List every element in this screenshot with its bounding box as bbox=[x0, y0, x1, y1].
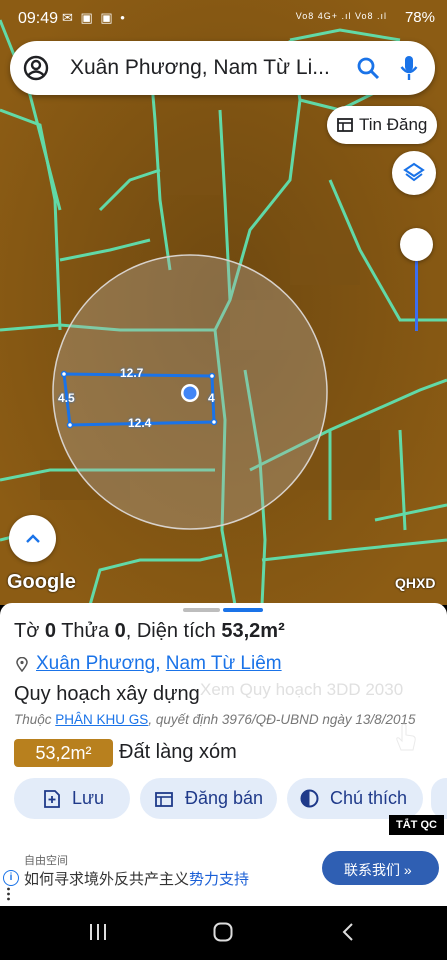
location-pin-icon bbox=[16, 656, 28, 673]
district-link[interactable]: Nam Từ Liêm bbox=[166, 653, 282, 674]
search-bar[interactable]: Xuân Phương, Nam Từ Li... bbox=[10, 41, 435, 95]
dimension-left: 4.5 bbox=[58, 391, 75, 405]
ad-cta-button[interactable]: 联系我们 » bbox=[322, 851, 439, 885]
signal-icons: Vo8 4G+ .ıl Vo8 .ıl bbox=[295, 11, 387, 21]
parcel-area: 53,2m² bbox=[221, 620, 285, 642]
post-for-sale-label: Đăng bán bbox=[185, 788, 264, 808]
ad-text-plain: 如何寻求境外反共产主义 bbox=[24, 871, 190, 888]
tin-dang-button[interactable]: Tin Đăng bbox=[327, 106, 437, 144]
plan-info: Thuộc PHÂN KHU GS, quyết định 3976/QĐ-UB… bbox=[14, 712, 415, 727]
dimension-top: 12.7 bbox=[120, 366, 144, 380]
ad-text: 如何寻求境外反共产主义势力支持 bbox=[24, 868, 249, 889]
ad-cta-label: 联系我们 » bbox=[344, 862, 412, 878]
expand-button[interactable] bbox=[9, 515, 56, 562]
google-logo: Google bbox=[7, 571, 76, 593]
info-icon[interactable]: i bbox=[3, 870, 19, 886]
sheet-handle-active[interactable] bbox=[223, 608, 263, 612]
opacity-slider-handle[interactable] bbox=[400, 228, 433, 261]
add-document-icon bbox=[44, 790, 60, 808]
sheet-number: 0 bbox=[44, 620, 57, 642]
sheet-handle[interactable] bbox=[183, 608, 220, 612]
listing-icon bbox=[155, 791, 173, 807]
legend-button[interactable]: Chú thích bbox=[287, 778, 423, 819]
status-bar: 09:49 ✉ ▣ ▣ • Vo8 4G+ .ıl Vo8 .ıl 78% bbox=[0, 0, 447, 38]
save-button[interactable]: Lưu bbox=[14, 778, 130, 819]
ad-source: 自由空间 bbox=[24, 855, 68, 867]
layers-button[interactable] bbox=[392, 151, 436, 195]
recent-apps-icon[interactable] bbox=[89, 923, 107, 941]
layer-code: QHXD bbox=[395, 575, 436, 591]
plan-info-prefix: Thuộc bbox=[14, 712, 56, 727]
address-separator: , bbox=[155, 653, 166, 674]
title-area-label: , Diện tích bbox=[125, 620, 222, 642]
account-icon[interactable] bbox=[23, 55, 49, 81]
back-icon[interactable] bbox=[342, 922, 354, 942]
battery-level: 78% bbox=[404, 9, 435, 26]
plan-decision: , quyết định 3976/QĐ-UBND ngày 13/8/2015 bbox=[148, 712, 416, 727]
more-button[interactable] bbox=[431, 778, 447, 819]
parcel-address: Xuân Phương, Nam Từ Liêm bbox=[36, 653, 282, 675]
parcel-title: Tờ 0 Thửa 0, Diện tích 53,2m² bbox=[14, 620, 285, 643]
plan-ghost-text: Xem Quy hoạch 3DD 2030 bbox=[200, 680, 404, 699]
save-label: Lưu bbox=[72, 788, 105, 808]
ad-text-highlight: 势力支持 bbox=[189, 871, 250, 888]
status-time: 09:49 bbox=[18, 10, 59, 27]
title-parcel-label: Thửa bbox=[56, 620, 115, 642]
plan-title: Quy hoạch xây dựng bbox=[14, 683, 200, 705]
contrast-icon bbox=[300, 789, 319, 808]
notification-icons: ✉ ▣ ▣ • bbox=[62, 10, 127, 25]
close-ad-button[interactable]: TẮT QC bbox=[389, 815, 444, 835]
tin-dang-label: Tin Đăng bbox=[359, 115, 428, 134]
zone-link[interactable]: PHÂN KHU GS bbox=[55, 712, 148, 727]
dimension-right: 4 bbox=[208, 391, 215, 405]
more-vert-icon[interactable] bbox=[7, 887, 10, 901]
chevron-up-icon bbox=[25, 532, 41, 544]
dimension-bottom: 12.4 bbox=[128, 416, 152, 430]
legend-label: Chú thích bbox=[330, 788, 408, 808]
home-icon[interactable] bbox=[213, 922, 233, 942]
land-type: Đất làng xóm bbox=[119, 741, 237, 763]
search-input[interactable]: Xuân Phương, Nam Từ Li... bbox=[70, 56, 330, 80]
navigation-bar bbox=[0, 906, 447, 960]
ward-link[interactable]: Xuân Phương bbox=[36, 653, 155, 674]
parcel-number: 0 bbox=[114, 620, 126, 642]
area-badge: 53,2m² bbox=[14, 739, 113, 767]
hand-pointer-icon bbox=[393, 722, 419, 752]
microphone-icon[interactable] bbox=[400, 55, 418, 81]
post-for-sale-button[interactable]: Đăng bán bbox=[140, 778, 277, 819]
layers-icon bbox=[403, 162, 425, 184]
search-icon[interactable] bbox=[356, 56, 380, 80]
listing-icon bbox=[337, 118, 353, 132]
title-sheet-label: Tờ bbox=[14, 620, 45, 642]
